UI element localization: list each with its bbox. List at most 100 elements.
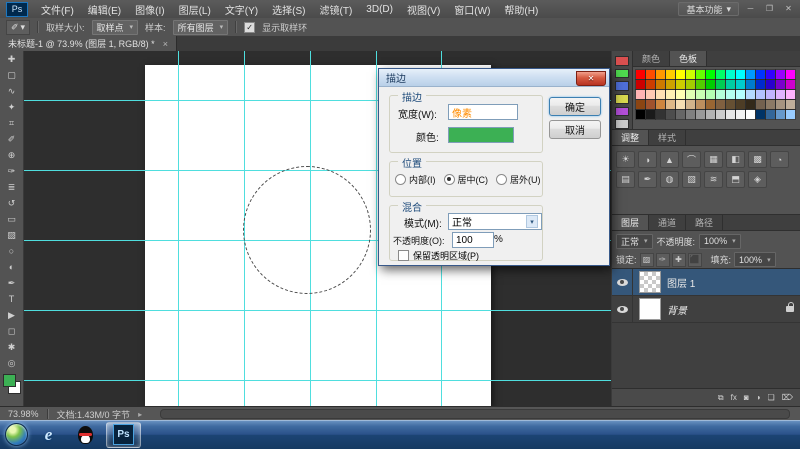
tool-path-selection[interactable]: ▶ — [0, 307, 23, 323]
tool-gradient[interactable]: ▨ — [0, 227, 23, 243]
swatch-73[interactable] — [716, 110, 725, 119]
swatch-5[interactable] — [676, 70, 685, 79]
guide-horizontal-4[interactable] — [24, 310, 612, 311]
adjustment-icon-5[interactable]: ▦ — [704, 151, 723, 168]
sample-size-dropdown[interactable]: 取样点 ▾ — [92, 20, 139, 35]
menu-item-9[interactable]: 视图(V) — [400, 2, 447, 17]
swatch-60[interactable] — [746, 100, 755, 109]
swatch-79[interactable] — [776, 110, 785, 119]
swatch-52[interactable] — [666, 100, 675, 109]
tool-dodge[interactable]: ◐ — [0, 259, 23, 275]
tool-zoom[interactable]: ◎ — [0, 355, 23, 371]
photoshop-logo-icon[interactable]: Ps — [6, 2, 28, 17]
swatch-15[interactable] — [776, 70, 785, 79]
adjustment-icon-4[interactable]: ⌒ — [682, 151, 701, 168]
tool-lasso[interactable]: ∿ — [0, 83, 23, 99]
swatches-tab-2[interactable]: 色板 — [670, 51, 707, 66]
adjustment-icon-3[interactable]: ▲ — [660, 151, 679, 168]
layers-action-6[interactable]: ⌦ — [782, 393, 793, 402]
swatch-25[interactable] — [716, 80, 725, 89]
swatch-65[interactable] — [636, 110, 645, 119]
swatch-28[interactable] — [746, 80, 755, 89]
panel-chip-6[interactable] — [615, 119, 629, 129]
swatch-57[interactable] — [716, 100, 725, 109]
menu-item-8[interactable]: 3D(D) — [359, 4, 400, 15]
swatch-50[interactable] — [646, 100, 655, 109]
swatch-37[interactable] — [676, 90, 685, 99]
swatch-30[interactable] — [766, 80, 775, 89]
swatch-32[interactable] — [786, 80, 795, 89]
swatch-46[interactable] — [766, 90, 775, 99]
menu-item-10[interactable]: 窗口(W) — [447, 2, 497, 17]
swatch-3[interactable] — [656, 70, 665, 79]
adjustment-icon-1[interactable]: ☀ — [616, 151, 635, 168]
swatch-64[interactable] — [786, 100, 795, 109]
preserve-transparency-checkbox[interactable] — [398, 250, 409, 261]
fill-dropdown[interactable]: 100% ▾ — [734, 252, 776, 267]
visibility-toggle[interactable] — [612, 296, 633, 322]
menu-item-1[interactable]: 文件(F) — [34, 2, 81, 17]
layers-action-1[interactable]: ⧉ — [718, 393, 724, 403]
zoom-level[interactable]: 73.98% — [8, 409, 39, 419]
adjustment-icon-14[interactable]: ⬒ — [726, 171, 745, 188]
swatch-29[interactable] — [756, 80, 765, 89]
swatch-71[interactable] — [696, 110, 705, 119]
elliptical-selection[interactable] — [243, 166, 371, 294]
taskbar-qq-button[interactable] — [69, 423, 102, 447]
tool-clone-stamp[interactable]: ≣ — [0, 179, 23, 195]
menu-item-5[interactable]: 文字(Y) — [218, 2, 265, 17]
adjustment-icon-8[interactable]: ◔ — [770, 151, 789, 168]
swatch-68[interactable] — [666, 110, 675, 119]
color-chips[interactable] — [2, 373, 22, 395]
swatch-76[interactable] — [746, 110, 755, 119]
width-input[interactable]: 像素 — [448, 104, 518, 120]
swatch-72[interactable] — [706, 110, 715, 119]
swatch-35[interactable] — [656, 90, 665, 99]
swatch-12[interactable] — [746, 70, 755, 79]
swatch-77[interactable] — [756, 110, 765, 119]
status-arrow-icon[interactable]: ▸ — [138, 410, 142, 419]
menu-item-2[interactable]: 编辑(E) — [81, 2, 128, 17]
dialog-opacity-input[interactable]: 100 — [452, 232, 494, 248]
tool-quick-selection[interactable]: ✦ — [0, 99, 23, 115]
swatch-39[interactable] — [696, 90, 705, 99]
swatch-2[interactable] — [646, 70, 655, 79]
stroke-color-swatch[interactable] — [448, 127, 514, 143]
dialog-close-button[interactable]: ✕ — [576, 71, 606, 86]
layers-tab-2[interactable]: 通道 — [649, 215, 686, 230]
swatch-62[interactable] — [766, 100, 775, 109]
guide-vertical-4[interactable] — [376, 51, 377, 406]
menu-item-3[interactable]: 图像(I) — [128, 2, 171, 17]
swatch-43[interactable] — [736, 90, 745, 99]
cancel-button[interactable]: 取消 — [549, 120, 601, 139]
swatch-9[interactable] — [716, 70, 725, 79]
panel-chip-4[interactable] — [615, 94, 629, 104]
swatch-58[interactable] — [726, 100, 735, 109]
swatch-10[interactable] — [726, 70, 735, 79]
close-button[interactable]: ✕ — [781, 3, 796, 15]
swatch-13[interactable] — [756, 70, 765, 79]
current-tool-icon[interactable]: ✐ ▾ — [6, 20, 30, 35]
visibility-toggle[interactable] — [612, 269, 633, 295]
swatch-67[interactable] — [656, 110, 665, 119]
swatch-69[interactable] — [676, 110, 685, 119]
horizontal-scrollbar[interactable] — [160, 409, 790, 419]
lock-icon-3[interactable]: ✚ — [672, 253, 686, 267]
layer-thumbnail[interactable] — [639, 271, 661, 293]
swatch-78[interactable] — [766, 110, 775, 119]
tool-type[interactable]: T — [0, 291, 23, 307]
swatch-16[interactable] — [786, 70, 795, 79]
swatch-80[interactable] — [786, 110, 795, 119]
swatch-26[interactable] — [726, 80, 735, 89]
swatch-40[interactable] — [706, 90, 715, 99]
adjustment-icon-12[interactable]: ▧ — [682, 171, 701, 188]
tool-eyedropper[interactable]: ✐ — [0, 131, 23, 147]
adjustment-icon-10[interactable]: ✒ — [638, 171, 657, 188]
menu-item-7[interactable]: 滤镜(T) — [313, 2, 360, 17]
swatch-66[interactable] — [646, 110, 655, 119]
adjustments-tab-2[interactable]: 样式 — [649, 130, 686, 145]
adjustment-icon-11[interactable]: ◍ — [660, 171, 679, 188]
adjustment-icon-9[interactable]: ▤ — [616, 171, 635, 188]
position-option-3[interactable]: 居外(U) — [496, 173, 541, 186]
swatch-51[interactable] — [656, 100, 665, 109]
